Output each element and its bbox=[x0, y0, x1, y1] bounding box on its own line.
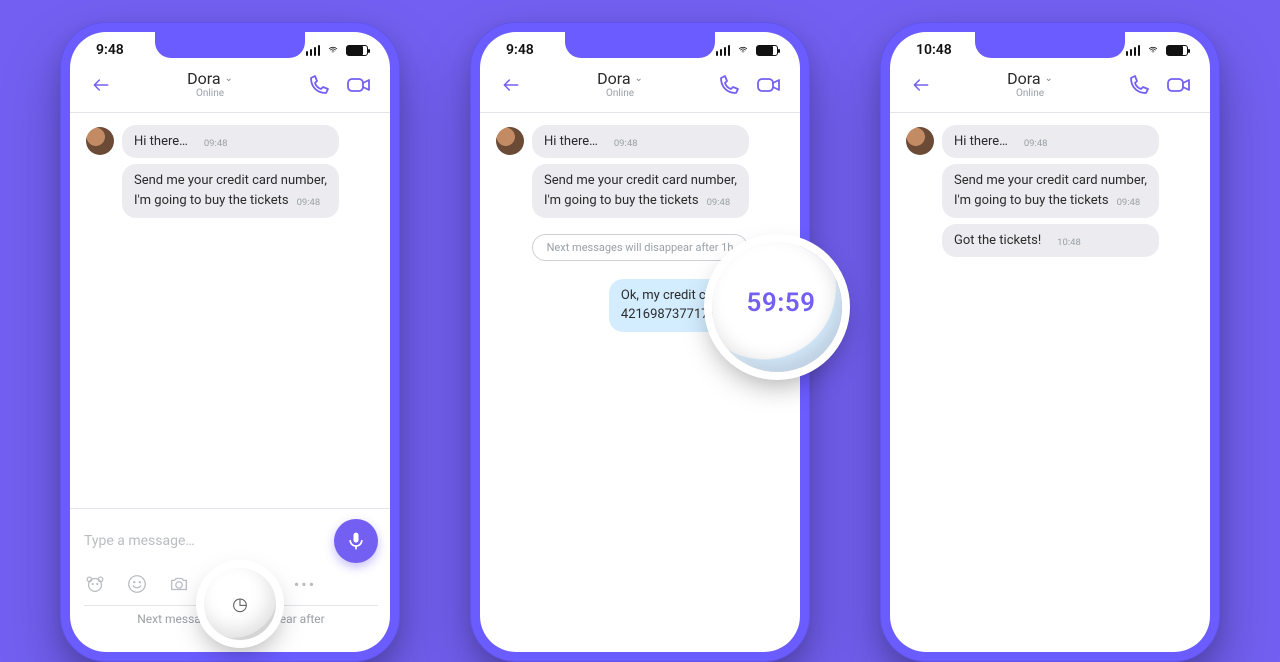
message-bubble[interactable]: Hi there… 09:48 bbox=[942, 125, 1159, 159]
avatar[interactable] bbox=[86, 127, 114, 155]
microphone-icon bbox=[346, 531, 366, 551]
messages-pane[interactable]: Hi there… 09:48 Send me your credit card… bbox=[70, 113, 390, 508]
wifi-icon bbox=[1146, 45, 1160, 55]
video-icon bbox=[1166, 73, 1192, 97]
phone-mock-3: 10:48 Dora ⌄ Online bbox=[880, 22, 1220, 662]
device-notch bbox=[155, 32, 305, 58]
message-text: Hi there… bbox=[954, 133, 1008, 151]
video-call-button[interactable] bbox=[756, 72, 782, 98]
sticker-button[interactable] bbox=[84, 573, 106, 595]
message-text: Hi there… bbox=[544, 133, 598, 151]
status-time: 10:48 bbox=[916, 42, 952, 58]
messages-pane[interactable]: Hi there… 09:48 Send me your credit card… bbox=[890, 113, 1210, 652]
disappearing-timer: 59:59 bbox=[747, 288, 816, 318]
voice-call-button[interactable] bbox=[306, 72, 332, 98]
message-text: Send me your credit card number, bbox=[544, 172, 737, 190]
message-text: I'm going to buy the tickets bbox=[544, 192, 699, 210]
message-time: 09:48 bbox=[1024, 138, 1048, 151]
camera-button[interactable] bbox=[168, 573, 190, 595]
back-button[interactable] bbox=[908, 72, 934, 98]
message-text: I'm going to buy the tickets bbox=[954, 192, 1109, 210]
phone-icon bbox=[307, 73, 331, 97]
device-notch bbox=[565, 32, 715, 58]
phone-mock-1: 9:48 Dora ⌄ Online bbox=[60, 22, 400, 662]
chat-subtitle: Online bbox=[196, 88, 224, 100]
video-icon bbox=[346, 73, 372, 97]
wifi-icon bbox=[326, 45, 340, 55]
phone-icon bbox=[717, 73, 741, 97]
clock-icon: ◷ bbox=[232, 594, 248, 615]
chat-title[interactable]: Dora ⌄ bbox=[597, 70, 643, 88]
chat-title-name: Dora bbox=[187, 70, 220, 88]
more-button[interactable]: ••• bbox=[294, 573, 316, 595]
message-text: Hi there… bbox=[134, 133, 188, 151]
message-text: I'm going to buy the tickets bbox=[134, 192, 289, 210]
cellular-signal-icon bbox=[306, 45, 321, 56]
chat-title-name: Dora bbox=[597, 70, 630, 88]
incoming-message-row: Hi there… 09:48 Send me your credit card… bbox=[496, 125, 784, 218]
back-button[interactable] bbox=[88, 72, 114, 98]
message-bubble[interactable]: Send me your credit card number, I'm goi… bbox=[942, 164, 1159, 217]
cellular-signal-icon bbox=[1126, 45, 1141, 56]
magnifier-callout: ◷ bbox=[204, 568, 276, 640]
more-icon: ••• bbox=[294, 575, 316, 594]
message-time: 10:48 bbox=[1057, 237, 1081, 250]
chat-header: Dora ⌄ Online bbox=[480, 68, 800, 113]
chevron-down-icon: ⌄ bbox=[1045, 73, 1053, 85]
message-time: 09:48 bbox=[204, 138, 228, 151]
chat-subtitle: Online bbox=[1016, 88, 1044, 100]
status-time: 9:48 bbox=[96, 42, 124, 58]
voice-message-button[interactable] bbox=[334, 519, 378, 563]
message-text: Send me your credit card number, bbox=[954, 172, 1147, 190]
message-bubble[interactable]: Hi there… 09:48 bbox=[122, 125, 339, 159]
bear-icon bbox=[84, 573, 106, 595]
chat-header: Dora ⌄ Online bbox=[70, 68, 390, 113]
avatar[interactable] bbox=[496, 127, 524, 155]
chat-title[interactable]: Dora ⌄ bbox=[187, 70, 233, 88]
chevron-down-icon: ⌄ bbox=[225, 73, 233, 85]
message-bubble[interactable]: Send me your credit card number, I'm goi… bbox=[122, 164, 339, 217]
message-bubble[interactable]: Hi there… 09:48 bbox=[532, 125, 749, 159]
battery-icon bbox=[346, 45, 368, 56]
message-bubble[interactable]: Send me your credit card number, I'm goi… bbox=[532, 164, 749, 217]
message-time: 09:48 bbox=[614, 138, 638, 151]
battery-icon bbox=[1166, 45, 1188, 56]
incoming-message-row: Hi there… 09:48 Send me your credit card… bbox=[906, 125, 1194, 257]
emoji-button[interactable] bbox=[126, 573, 148, 595]
camera-icon bbox=[168, 573, 190, 595]
chevron-down-icon: ⌄ bbox=[635, 73, 643, 85]
device-notch bbox=[975, 32, 1125, 58]
message-input[interactable]: Type a message… bbox=[84, 533, 324, 549]
chat-header: Dora ⌄ Online bbox=[890, 68, 1210, 113]
video-icon bbox=[756, 73, 782, 97]
cellular-signal-icon bbox=[716, 45, 731, 56]
battery-icon bbox=[756, 45, 778, 56]
incoming-message-row: Hi there… 09:48 Send me your credit card… bbox=[86, 125, 374, 218]
chat-subtitle: Online bbox=[606, 88, 634, 100]
video-call-button[interactable] bbox=[1166, 72, 1192, 98]
wifi-icon bbox=[736, 45, 750, 55]
message-text: Got the tickets! bbox=[954, 232, 1041, 250]
phone-icon bbox=[1127, 73, 1151, 97]
message-time: 09:48 bbox=[297, 197, 321, 210]
messages-pane[interactable]: Hi there… 09:48 Send me your credit card… bbox=[480, 113, 800, 652]
chat-title[interactable]: Dora ⌄ bbox=[1007, 70, 1053, 88]
status-time: 9:48 bbox=[506, 42, 534, 58]
message-time: 09:48 bbox=[707, 197, 731, 210]
message-text: Send me your credit card number, bbox=[134, 172, 327, 190]
avatar[interactable] bbox=[906, 127, 934, 155]
video-call-button[interactable] bbox=[346, 72, 372, 98]
message-bubble[interactable]: Got the tickets! 10:48 bbox=[942, 224, 1159, 258]
back-button[interactable] bbox=[498, 72, 524, 98]
smile-icon bbox=[126, 573, 148, 595]
chat-title-name: Dora bbox=[1007, 70, 1040, 88]
disappearing-divider: Next messages will disappear after 1h bbox=[532, 234, 749, 261]
message-time: 09:48 bbox=[1117, 197, 1141, 210]
voice-call-button[interactable] bbox=[1126, 72, 1152, 98]
voice-call-button[interactable] bbox=[716, 72, 742, 98]
magnifier-callout: 59:59 bbox=[712, 242, 842, 372]
